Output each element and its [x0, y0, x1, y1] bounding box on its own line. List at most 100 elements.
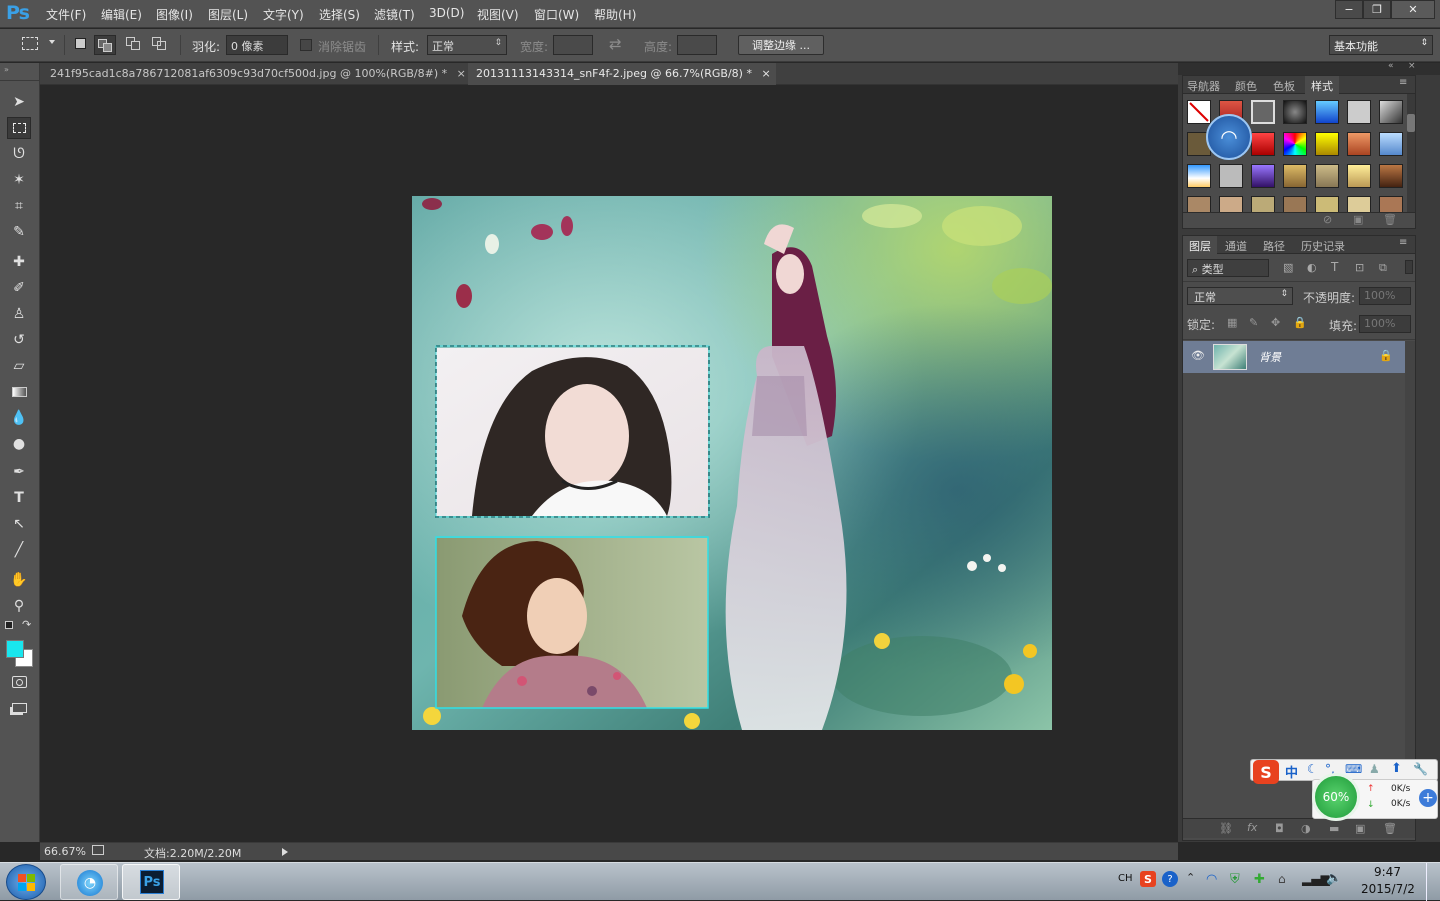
tab-color[interactable]: 颜色 [1235, 78, 1257, 94]
lock-pixels-icon[interactable]: ✎ [1249, 316, 1258, 329]
plus-icon[interactable]: + [1419, 789, 1437, 807]
style-swatch[interactable] [1347, 100, 1371, 124]
tab-styles[interactable]: 样式 [1305, 76, 1339, 96]
wifi-icon[interactable]: ◠ [1206, 114, 1252, 160]
new-style-icon[interactable]: ▣ [1353, 213, 1363, 226]
style-swatch[interactable] [1283, 164, 1307, 188]
style-swatch[interactable] [1219, 196, 1243, 212]
style-swatch[interactable] [1283, 100, 1307, 124]
antialias-checkbox[interactable] [300, 39, 312, 51]
chevron-down-icon[interactable] [49, 40, 55, 44]
layer-filter-select[interactable]: ⌕ 类型 [1187, 259, 1269, 277]
menu-image[interactable]: 图像(I) [156, 6, 193, 23]
menu-view[interactable]: 视图(V) [477, 6, 519, 23]
foreground-color-swatch[interactable] [6, 640, 24, 658]
clear-style-icon[interactable]: ⊘ [1323, 213, 1332, 226]
eyedropper-tool-icon[interactable]: ✎ [7, 221, 31, 243]
style-swatch[interactable] [1347, 164, 1371, 188]
style-swatch[interactable] [1251, 196, 1275, 212]
line-tool-icon[interactable]: ╱ [7, 539, 31, 561]
style-swatch[interactable] [1315, 164, 1339, 188]
tab-document-2[interactable]: 20131113143314_snF4f-2.jpeg @ 66.7%(RGB/… [468, 63, 776, 85]
zoom-level[interactable]: 66.67% [44, 845, 86, 858]
dodge-tool-icon[interactable]: ● [7, 433, 31, 455]
fill-input[interactable]: 100% [1359, 315, 1411, 333]
menu-select[interactable]: 选择(S) [319, 6, 360, 23]
show-desktop-button[interactable] [1426, 863, 1440, 901]
style-swatch[interactable] [1379, 132, 1403, 156]
style-select[interactable]: 正常 ⇕ [427, 35, 507, 55]
toolbox-grip[interactable] [0, 73, 40, 81]
menu-layer[interactable]: 图层(L) [208, 6, 248, 23]
style-swatch[interactable] [1283, 132, 1307, 156]
style-swatch[interactable] [1347, 196, 1371, 212]
move-tool-icon[interactable]: ➤ [7, 91, 31, 113]
trash-icon[interactable]: 🗑 [1383, 213, 1397, 226]
menu-window[interactable]: 窗口(W) [534, 6, 579, 23]
moon-icon[interactable]: ☾ [1307, 762, 1318, 776]
lasso-tool-icon[interactable]: ᘎ [7, 143, 31, 165]
start-button[interactable] [6, 864, 46, 900]
close-icon[interactable]: × [457, 67, 466, 80]
close-button[interactable]: ✕ [1391, 0, 1435, 19]
width-input[interactable] [553, 35, 593, 55]
menu-help[interactable]: 帮助(H) [594, 6, 636, 23]
link-layers-icon[interactable]: ⛓ [1219, 822, 1233, 835]
image-filter-icon[interactable]: ▧ [1283, 261, 1293, 274]
workspace-select[interactable]: 基本功能 ⇕ [1329, 35, 1433, 55]
adjustment-layer-icon[interactable]: ◑ [1301, 822, 1311, 835]
layer-mask-icon[interactable]: ◘ [1275, 822, 1284, 835]
swap-icon[interactable]: ⇄ [609, 35, 622, 53]
type-tool-icon[interactable]: T [7, 487, 31, 509]
opacity-input[interactable]: 100% [1359, 287, 1411, 305]
styles-scrollbar[interactable] [1407, 94, 1415, 212]
adjustment-filter-icon[interactable]: ◐ [1307, 261, 1317, 274]
keyboard-icon[interactable]: ⌨ [1345, 762, 1362, 776]
taskbar-browser[interactable]: ◔ [60, 864, 118, 900]
sogou-tray-icon[interactable]: S [1140, 871, 1156, 887]
add-selection-button[interactable] [94, 35, 116, 55]
style-swatch[interactable] [1251, 100, 1275, 124]
shirt-icon[interactable]: ⬆ [1391, 761, 1402, 776]
canvas-area[interactable] [40, 85, 1178, 841]
clock-time[interactable]: 9:47 [1374, 865, 1401, 879]
clock-date[interactable]: 2015/7/2 [1361, 882, 1415, 896]
magic-wand-tool-icon[interactable]: ✶ [7, 169, 31, 191]
style-swatch[interactable] [1315, 132, 1339, 156]
help-tray-icon[interactable]: ? [1162, 871, 1178, 887]
brush-tool-icon[interactable]: ✐ [7, 277, 31, 299]
panel-menu-icon[interactable]: ≡ [1399, 237, 1407, 248]
clone-stamp-tool-icon[interactable]: ♙ [7, 303, 31, 325]
shield-tray-icon[interactable]: ⛨ [1230, 872, 1240, 887]
style-swatch[interactable] [1187, 164, 1211, 188]
group-folder-icon[interactable]: ▬ [1329, 822, 1339, 835]
eye-visibility-icon[interactable]: 👁 [1191, 349, 1205, 362]
style-swatch[interactable] [1187, 196, 1211, 212]
smart-object-filter-icon[interactable]: ⧉ [1379, 261, 1387, 275]
security-tray-icon[interactable]: ✚ [1254, 872, 1265, 887]
quick-mask-icon[interactable] [7, 671, 31, 693]
style-swatch[interactable] [1315, 196, 1339, 212]
crop-tool-icon[interactable]: ⌗ [7, 195, 31, 217]
memory-percent-badge[interactable]: 60% [1312, 773, 1360, 821]
ime-mode[interactable]: 中 [1285, 762, 1298, 781]
shape-filter-icon[interactable]: ⊡ [1355, 261, 1364, 274]
restore-button[interactable]: ❐ [1363, 0, 1391, 19]
taskbar-photoshop[interactable]: Ps [122, 864, 180, 900]
blur-tool-icon[interactable]: 💧 [7, 407, 31, 429]
export-icon[interactable] [92, 845, 104, 855]
layers-scrollbar[interactable] [1405, 341, 1415, 811]
gradient-tool-icon[interactable] [7, 381, 31, 403]
layer-row-background[interactable]: 👁 背景 🔒 [1183, 341, 1405, 373]
marquee-preset-icon[interactable] [22, 37, 38, 50]
style-swatch[interactable] [1379, 164, 1403, 188]
tab-document-1[interactable]: 241f95cad1c8a786712081af6309c93d70cf500d… [42, 63, 466, 85]
volume-tray-icon[interactable]: 🔈 [1326, 871, 1342, 886]
menu-type[interactable]: 文字(Y) [263, 6, 304, 23]
network-tray-icon[interactable]: ⌂ [1278, 872, 1286, 886]
panel-menu-icon[interactable]: ≡ [1399, 77, 1407, 88]
play-icon[interactable] [282, 848, 288, 856]
tab-history[interactable]: 历史记录 [1301, 238, 1345, 254]
style-swatch[interactable] [1315, 100, 1339, 124]
wrench-icon[interactable]: 🔧 [1413, 762, 1428, 776]
